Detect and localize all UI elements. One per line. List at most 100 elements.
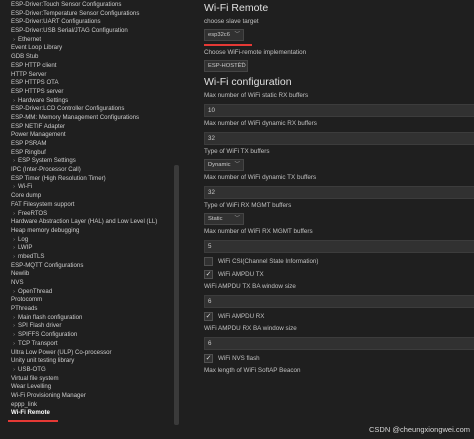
slave-target-value: esp32c6 xyxy=(208,32,230,38)
rx-mgmt-input[interactable]: 5 xyxy=(204,240,474,253)
ampdu-rx-checkbox[interactable]: ✓ xyxy=(204,311,213,321)
tree-item-label: Power Management xyxy=(11,131,66,139)
rx-ba-input[interactable]: 6 xyxy=(204,337,474,350)
tree-item[interactable]: Wi-Fi Remote xyxy=(0,409,182,418)
config-tree-sidebar: ESP-Driver:Touch Sensor Configurations ES… xyxy=(0,0,182,439)
tree-item[interactable]: ESP NETIF Adapter xyxy=(0,123,182,132)
dynamic-tx-input[interactable]: 32 xyxy=(204,186,474,199)
tree-item[interactable]: GDB Stub xyxy=(0,53,182,62)
chevron-right-icon[interactable]: › xyxy=(10,331,18,340)
chevron-right-icon[interactable]: › xyxy=(10,36,18,45)
tree-item[interactable]: ESP-Driver:UART Configurations xyxy=(0,18,182,27)
tree-item[interactable]: Protocomm xyxy=(0,296,182,305)
chevron-right-icon[interactable]: › xyxy=(10,314,18,323)
chevron-right-icon[interactable]: › xyxy=(10,244,18,253)
tree-item-label: PThreads xyxy=(11,305,38,313)
tree-item[interactable]: Unity unit testing library xyxy=(0,357,182,366)
tree-item[interactable]: Event Loop Library xyxy=(0,44,182,53)
tree-item[interactable]: Hardware Abstraction Layer (HAL) and Low… xyxy=(0,218,182,227)
tree-item-label: OpenThread xyxy=(18,287,53,295)
tree-item[interactable]: HTTP Server xyxy=(0,71,182,80)
tree-item[interactable]: Core dump xyxy=(0,192,182,201)
chevron-right-icon[interactable]: › xyxy=(10,157,18,166)
tree-item[interactable]: Power Management xyxy=(0,131,182,140)
static-rx-input[interactable]: 10 xyxy=(204,104,474,117)
chevron-right-icon[interactable]: › xyxy=(10,253,18,262)
section-title-wifi-remote: Wi-Fi Remote xyxy=(204,2,269,14)
tree-item[interactable]: ESP-Driver:USB Serial/JTAG Configuration xyxy=(0,27,182,36)
chevron-right-icon[interactable]: › xyxy=(10,322,18,331)
ampdu-rx-label: WiFi AMPDU RX xyxy=(218,312,265,320)
tx-type-select[interactable]: Dynamic ﹀ xyxy=(204,159,244,171)
tree-item[interactable]: › OpenThread xyxy=(0,288,182,297)
tree-item-label: SPIFFS Configuration xyxy=(18,331,78,339)
watermark: CSDN @cheungxiongwei.com xyxy=(369,425,470,434)
tree-item[interactable]: › SPIFFS Configuration xyxy=(0,331,182,340)
tree-item[interactable]: › TCP Transport xyxy=(0,340,182,349)
tree-item-label: ESP-Driver:Temperature Sensor Configurat… xyxy=(11,9,140,17)
tree-item[interactable]: ESP Ringbuf xyxy=(0,149,182,158)
nvs-option: ✓ WiFi NVS flash xyxy=(204,352,474,364)
tree-item[interactable]: › USB-OTG xyxy=(0,366,182,375)
sidebar-scrollbar[interactable] xyxy=(174,165,179,425)
tree-item[interactable]: ESP HTTPS server xyxy=(0,88,182,97)
nvs-checkbox[interactable]: ✓ xyxy=(204,353,213,363)
slave-target-select[interactable]: esp32c6 ﹀ xyxy=(204,29,244,41)
impl-select[interactable]: ESP-HOSTED ﹀ xyxy=(204,60,248,72)
tree-item[interactable]: › Main flash configuration xyxy=(0,314,182,323)
tree-item-label: ESP HTTPS server xyxy=(11,87,64,95)
csi-option: WiFi CSI(Channel State Information) xyxy=(204,255,474,267)
tree-item[interactable]: › ESP System Settings xyxy=(0,157,182,166)
tree-item[interactable]: eppp_link xyxy=(0,401,182,410)
tree-item[interactable]: ESP-Driver:Temperature Sensor Configurat… xyxy=(0,10,182,19)
csi-checkbox[interactable] xyxy=(204,256,213,266)
tree-item[interactable]: Newlib xyxy=(0,270,182,279)
tree-item[interactable]: ESP-Driver:LCD Controller Configurations xyxy=(0,105,182,114)
tree-item[interactable]: › LWIP xyxy=(0,244,182,253)
tree-item[interactable]: › Wi-Fi xyxy=(0,183,182,192)
tree-item-label: ESP Timer (High Resolution Timer) xyxy=(11,174,106,182)
tree-item[interactable]: ESP HTTPS OTA xyxy=(0,79,182,88)
tree-item[interactable]: Wi-Fi Provisioning Manager xyxy=(0,392,182,401)
tree-item[interactable]: ESP-MM: Memory Management Configurations xyxy=(0,114,182,123)
tree-item[interactable]: ESP Timer (High Resolution Timer) xyxy=(0,175,182,184)
chevron-down-icon: ﹀ xyxy=(234,216,240,222)
tree-item[interactable]: › Hardware Settings xyxy=(0,97,182,106)
tree-item-label: Protocomm xyxy=(11,296,43,304)
tx-ba-input[interactable]: 6 xyxy=(204,295,474,308)
tree-item[interactable]: ESP PSRAM xyxy=(0,140,182,149)
ampdu-tx-checkbox[interactable]: ✓ xyxy=(204,269,213,279)
chevron-right-icon[interactable]: › xyxy=(10,288,18,297)
tree-item[interactable]: Virtual file system xyxy=(0,375,182,384)
chevron-right-icon[interactable]: › xyxy=(10,340,18,349)
tree-item[interactable]: Heap memory debugging xyxy=(0,227,182,236)
tree-item[interactable]: PThreads xyxy=(0,305,182,314)
chevron-right-icon[interactable]: › xyxy=(10,366,18,375)
tree-item-label: IPC (Inter-Processor Call) xyxy=(11,166,81,174)
tree-item-label: ESP HTTP client xyxy=(11,61,57,69)
tree-item-label: NVS xyxy=(11,279,24,286)
tree-item[interactable]: › SPI Flash driver xyxy=(0,322,182,331)
tree-item[interactable]: ESP HTTP client xyxy=(0,62,182,71)
tree-item[interactable]: › Log xyxy=(0,236,182,245)
chevron-right-icon[interactable]: › xyxy=(10,97,18,106)
tree-item[interactable]: › FreeRTOS xyxy=(0,210,182,219)
tree-item[interactable]: Wear Levelling xyxy=(0,383,182,392)
chevron-right-icon[interactable]: › xyxy=(10,183,18,192)
rx-ba-description: WiFi AMPDU RX BA window size xyxy=(204,325,297,332)
tree-item[interactable]: IPC (Inter-Processor Call) xyxy=(0,166,182,175)
tree-item[interactable]: Ultra Low Power (ULP) Co-processor xyxy=(0,349,182,358)
rx-mgmt-type-select[interactable]: Static ﹀ xyxy=(204,213,244,225)
dynamic-rx-input[interactable]: 32 xyxy=(204,132,474,145)
tree-item[interactable]: FAT Filesystem support xyxy=(0,201,182,210)
tree-item[interactable]: NVS xyxy=(0,279,182,288)
tree-item[interactable]: ESP-Driver:Touch Sensor Configurations xyxy=(0,1,182,10)
tree-item-label: ESP System Settings xyxy=(18,157,76,165)
tree-item[interactable]: ESP-MQTT Configurations xyxy=(0,262,182,271)
tree-item[interactable]: › Ethernet xyxy=(0,36,182,45)
tree-item-label: FreeRTOS xyxy=(18,209,48,217)
chevron-right-icon[interactable]: › xyxy=(10,236,18,245)
chevron-right-icon[interactable]: › xyxy=(10,210,18,219)
tree-item-label: Unity unit testing library xyxy=(11,357,75,365)
tree-item[interactable]: › mbedTLS xyxy=(0,253,182,262)
